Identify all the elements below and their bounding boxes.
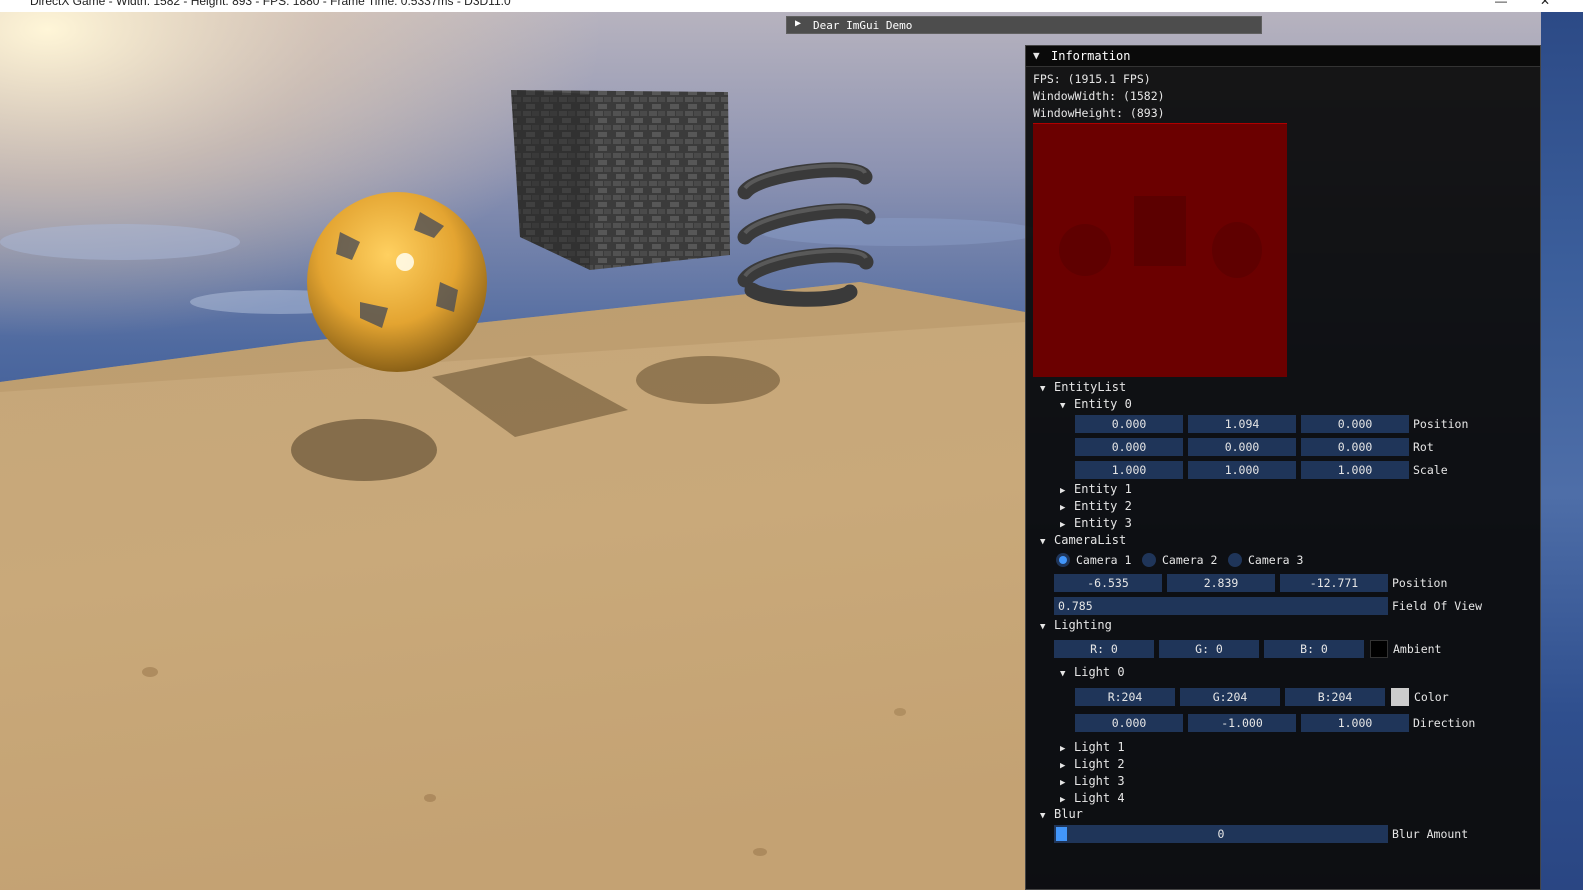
window-width-text: WindowWidth: (1582) [1033,89,1165,103]
ambient-label: Ambient [1393,642,1442,656]
tree-light-4[interactable]: ▶ Light 4 [1060,791,1125,805]
tree-light-0[interactable]: ▼ Light 0 [1060,665,1125,679]
window-height-text: WindowHeight: (893) [1033,106,1165,120]
blur-amount-value: 0 [1217,827,1225,841]
light0-color-r[interactable]: R:204 [1075,688,1175,706]
tree-entity-3[interactable]: ▶ Entity 3 [1060,516,1132,530]
light0-direction-label: Direction [1413,716,1476,730]
ambient-color-swatch[interactable] [1370,640,1388,658]
camera-1-label[interactable]: Camera 1 [1076,551,1131,569]
collapse-arrow-icon[interactable]: ▼ [1033,49,1040,62]
collapsed-arrow-icon: ▶ [1060,744,1066,754]
light0-direction-x[interactable]: 0.000 [1075,714,1183,732]
camera-2-radio[interactable] [1142,553,1156,567]
entity0-scale-x[interactable]: 1.000 [1075,461,1183,479]
expanded-arrow-icon: ▼ [1040,622,1046,632]
entity0-position-z[interactable]: 0.000 [1301,415,1409,433]
close-button[interactable]: ✕ [1540,0,1550,8]
tree-entity-2[interactable]: ▶ Entity 2 [1060,499,1132,513]
fov-input[interactable]: 0.785 [1054,597,1388,615]
expanded-arrow-icon: ▼ [1060,669,1066,679]
collapsed-arrow-icon: ▶ [1060,486,1066,496]
window-titlebar: DirectX Game - Width: 1582 - Height: 893… [0,0,1583,12]
collapsed-arrow-icon: ▶ [1060,795,1066,805]
collapse-arrow-icon[interactable]: ▶ [795,18,801,29]
tree-entitylist[interactable]: ▼ EntityList [1040,380,1126,394]
entity0-scale-label: Scale [1413,463,1448,477]
tree-blur[interactable]: ▼ Blur [1040,807,1083,821]
collapsed-arrow-icon: ▶ [1060,520,1066,530]
entity0-position-x[interactable]: 0.000 [1075,415,1183,433]
fov-label: Field Of View [1392,599,1483,613]
tree-entity-0[interactable]: ▼ Entity 0 [1060,397,1132,411]
expanded-arrow-icon: ▼ [1040,384,1046,394]
entity0-rot-z[interactable]: 0.000 [1301,438,1409,456]
demo-window-title: Dear ImGui Demo [813,19,913,32]
collapsed-arrow-icon: ▶ [1060,778,1066,788]
information-window-title: Information [1051,49,1131,63]
slider-grab-handle[interactable] [1056,827,1067,841]
light0-color-swatch[interactable] [1391,688,1409,706]
fps-text: FPS: (1915.1 FPS) [1033,72,1151,86]
minimize-button[interactable]: — [1495,0,1507,8]
camera-3-label[interactable]: Camera 3 [1248,551,1303,569]
camera-2-label[interactable]: Camera 2 [1162,551,1217,569]
tree-lighting[interactable]: ▼ Lighting [1040,618,1112,632]
camera-3-radio[interactable] [1228,553,1242,567]
entity0-position-label: Position [1413,417,1469,431]
entity0-rot-x[interactable]: 0.000 [1075,438,1183,456]
camera-position-x[interactable]: -6.535 [1054,574,1162,592]
tree-cameralist[interactable]: ▼ CameraList [1040,533,1126,547]
window-title: DirectX Game - Width: 1582 - Height: 893… [30,0,511,8]
ambient-b[interactable]: B: 0 [1264,640,1364,658]
entity0-rot-y[interactable]: 0.000 [1188,438,1296,456]
expanded-arrow-icon: ▼ [1060,401,1066,411]
tree-light-1[interactable]: ▶ Light 1 [1060,740,1125,754]
light0-color-g[interactable]: G:204 [1180,688,1280,706]
camera-1-radio[interactable] [1056,553,1070,567]
demo-window[interactable]: ▶ Dear ImGui Demo [786,16,1262,34]
ambient-r[interactable]: R: 0 [1054,640,1154,658]
blur-amount-label: Blur Amount [1392,827,1469,841]
light0-direction-y[interactable]: -1.000 [1188,714,1296,732]
sky-background-strip [1541,12,1583,890]
entity0-rot-label: Rot [1413,440,1434,454]
expanded-arrow-icon: ▼ [1040,811,1046,821]
entity0-scale-z[interactable]: 1.000 [1301,461,1409,479]
blur-amount-slider[interactable]: 0 [1054,825,1388,843]
tree-light-3[interactable]: ▶ Light 3 [1060,774,1125,788]
entity0-position-y[interactable]: 1.094 [1188,415,1296,433]
camera-position-label: Position [1392,576,1448,590]
camera-position-y[interactable]: 2.839 [1167,574,1275,592]
information-window-header[interactable]: ▼ Information [1026,46,1540,67]
camera-position-z[interactable]: -12.771 [1280,574,1388,592]
entity0-scale-y[interactable]: 1.000 [1188,461,1296,479]
tree-light-2[interactable]: ▶ Light 2 [1060,757,1125,771]
tree-entity-1[interactable]: ▶ Entity 1 [1060,482,1132,496]
light0-color-label: Color [1414,690,1449,704]
collapsed-arrow-icon: ▶ [1060,761,1066,771]
light0-color-b[interactable]: B:204 [1285,688,1385,706]
light0-direction-z[interactable]: 1.000 [1301,714,1409,732]
collapsed-arrow-icon: ▶ [1060,503,1066,513]
render-target-preview [1033,123,1287,377]
expanded-arrow-icon: ▼ [1040,537,1046,547]
ambient-g[interactable]: G: 0 [1159,640,1259,658]
